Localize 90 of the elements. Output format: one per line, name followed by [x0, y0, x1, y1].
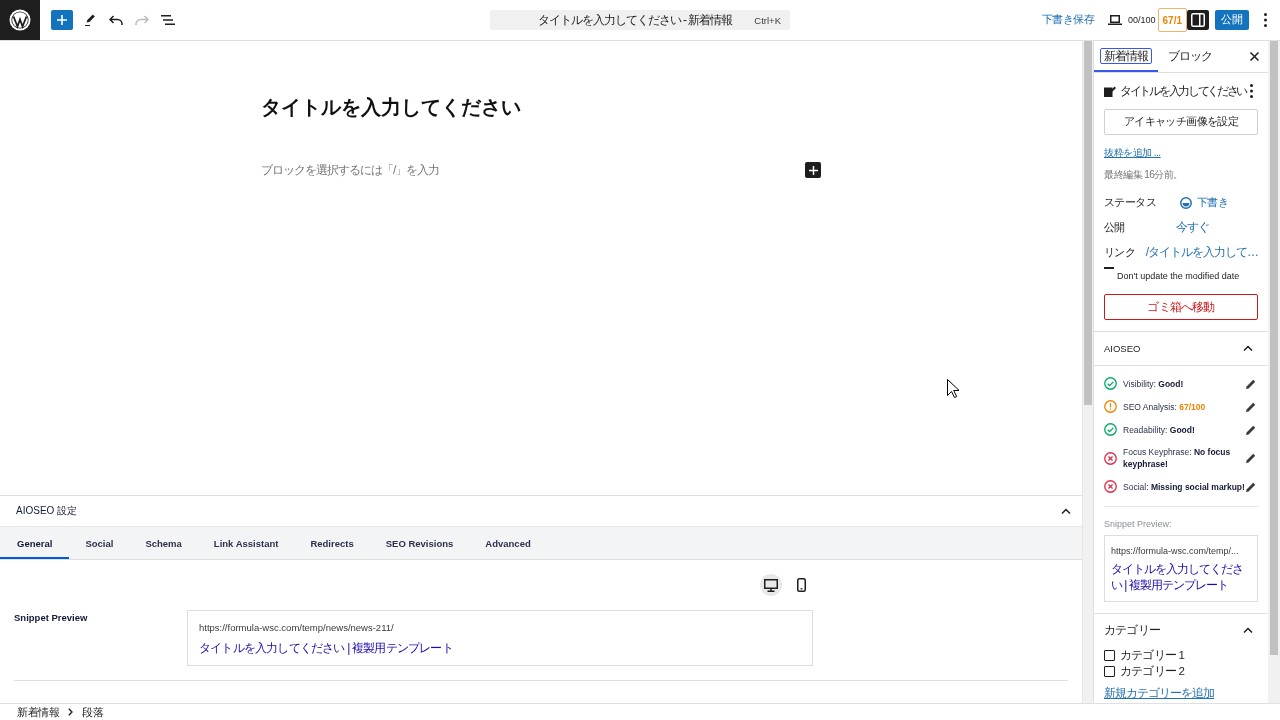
draft-status-icon [1180, 196, 1192, 209]
check-result: Readability: Good! [1123, 423, 1196, 436]
tab[interactable]: General [0, 527, 70, 559]
scrollbar-track[interactable] [1268, 41, 1280, 703]
check-result: Focus Keyphrase: No focus keyphrase! [1123, 446, 1232, 470]
laptop-icon [1108, 15, 1122, 25]
pencil-icon [85, 14, 97, 26]
tab[interactable]: ブロック [1158, 41, 1222, 72]
alert-circle-icon [1104, 400, 1117, 413]
scrollbar-track[interactable] [1082, 41, 1093, 703]
options-button[interactable] [1264, 10, 1267, 30]
command-bar[interactable]: タイトルを入力してください - 新着情報 Ctrl+K [490, 10, 790, 30]
pencil-icon[interactable] [1246, 481, 1256, 492]
panel-title: AIOSEO 設定 [16, 504, 78, 518]
panel-title: カテゴリー [1104, 622, 1160, 638]
chevron-up-icon[interactable] [1243, 626, 1253, 634]
checkbox[interactable] [1104, 665, 1115, 677]
tab[interactable]: Advanced [469, 527, 547, 559]
field-value-button[interactable]: /タイトルを入力して… [1145, 244, 1258, 261]
settings-toggle-button[interactable] [1187, 10, 1209, 30]
tab[interactable]: SEO Revisions [369, 527, 470, 559]
shortcut-hint: Ctrl+K [754, 14, 781, 26]
desktop-view-button[interactable] [760, 574, 782, 596]
dash-icon [1104, 267, 1114, 269]
field-label: ステータス [1104, 195, 1157, 210]
paragraph-placeholder[interactable]: ブロックを選択するには「/」を入力 [261, 161, 440, 179]
status-dropdown[interactable]: 下書き [1197, 195, 1229, 210]
check-result: Visibility: Good! [1123, 377, 1185, 390]
scrollbar-thumb[interactable] [1270, 41, 1278, 655]
move-to-trash-button[interactable]: ゴミ箱へ移動 [1104, 294, 1258, 320]
panel-title: AIOSEO [1104, 343, 1141, 354]
pencil-icon[interactable] [1246, 453, 1256, 463]
tab[interactable]: Schema [129, 527, 198, 559]
monitor-icon [764, 578, 778, 592]
add-block-button[interactable] [805, 162, 821, 178]
add-category-link[interactable]: 新規カテゴリーを追加 [1104, 686, 1214, 700]
snippet-label: Snippet Preview: [1104, 518, 1173, 530]
field-value-button[interactable]: 今すぐ [1176, 219, 1209, 236]
plus-icon [57, 15, 67, 25]
chevron-up-icon[interactable] [1243, 345, 1253, 352]
checkbox-label: カテゴリー 2 [1120, 663, 1184, 679]
sidebar-panel-icon [1191, 13, 1205, 27]
more-icon [1264, 13, 1267, 27]
phone-icon [796, 578, 806, 592]
scrollbar-thumb[interactable] [1084, 41, 1092, 405]
field-label: Snippet Preview [14, 612, 88, 623]
post-title-label: タイトルを入力してください [1120, 83, 1248, 99]
check-circle-icon [1104, 423, 1117, 436]
tab[interactable]: Link Assistant [197, 527, 295, 559]
more-icon [1250, 84, 1253, 98]
check-result: SEO Analysis: 67/100 [1123, 400, 1207, 413]
snippet-url: https://formula-wsc.com/temp/news/news-211/ [199, 621, 395, 635]
pencil-icon[interactable] [1246, 401, 1256, 412]
tab[interactable]: Redirects [294, 527, 370, 559]
close-icon [1250, 52, 1259, 61]
x-circle-icon [1104, 451, 1117, 465]
check-result: Social: Missing social markup! [1123, 480, 1246, 493]
snippet-url: https://formula-wsc.com/temp/... [1111, 545, 1240, 558]
snippet-title[interactable]: タイトルを入力してください | 複製用テンプレート [199, 640, 801, 656]
last-edited-text: 最終編集 16分前。 [1104, 168, 1184, 182]
x-circle-icon [1104, 480, 1117, 493]
pencil-icon[interactable] [1246, 378, 1256, 389]
post-edit-icon [1104, 85, 1116, 97]
snippet-title[interactable]: タイトルを入力してください | 複製用テンプレート [1111, 561, 1251, 593]
check-circle-icon [1104, 377, 1117, 390]
list-icon [161, 15, 175, 25]
tab[interactable]: 新着情報 [1094, 41, 1158, 72]
pencil-icon[interactable] [1246, 424, 1256, 435]
excerpt-link[interactable]: 抜粋を追加 ... [1104, 146, 1161, 160]
plus-icon [808, 165, 818, 175]
logo-icon[interactable] [0, 0, 40, 40]
save-draft-button[interactable]: 下書き保存 [1042, 13, 1094, 27]
checkbox-label: カテゴリー 1 [1120, 647, 1184, 663]
chevron-right-icon [68, 708, 73, 716]
checkbox[interactable] [1104, 649, 1115, 661]
seo-counter: 00/100 [1128, 15, 1156, 25]
tab[interactable]: Social [69, 527, 130, 559]
post-title[interactable]: タイトルを入力してください [261, 93, 821, 121]
field-label: リンク [1104, 245, 1137, 260]
featured-image-button[interactable]: アイキャッチ画像を設定 [1104, 109, 1258, 135]
publish-button[interactable]: 公開 [1215, 10, 1249, 30]
breadcrumb-item[interactable]: 新着情報 [17, 705, 59, 719]
redo-icon [135, 14, 149, 26]
mouse-pointer-icon [947, 379, 959, 398]
command-bar-title: タイトルを入力してください - 新着情報 [537, 11, 733, 29]
option-label: Don't update the modified date [1117, 271, 1240, 281]
field-label: 公開 [1104, 220, 1126, 235]
chevron-up-icon[interactable] [1061, 507, 1071, 515]
undo-icon [109, 14, 123, 26]
breadcrumb-item[interactable]: 段落 [82, 705, 103, 719]
